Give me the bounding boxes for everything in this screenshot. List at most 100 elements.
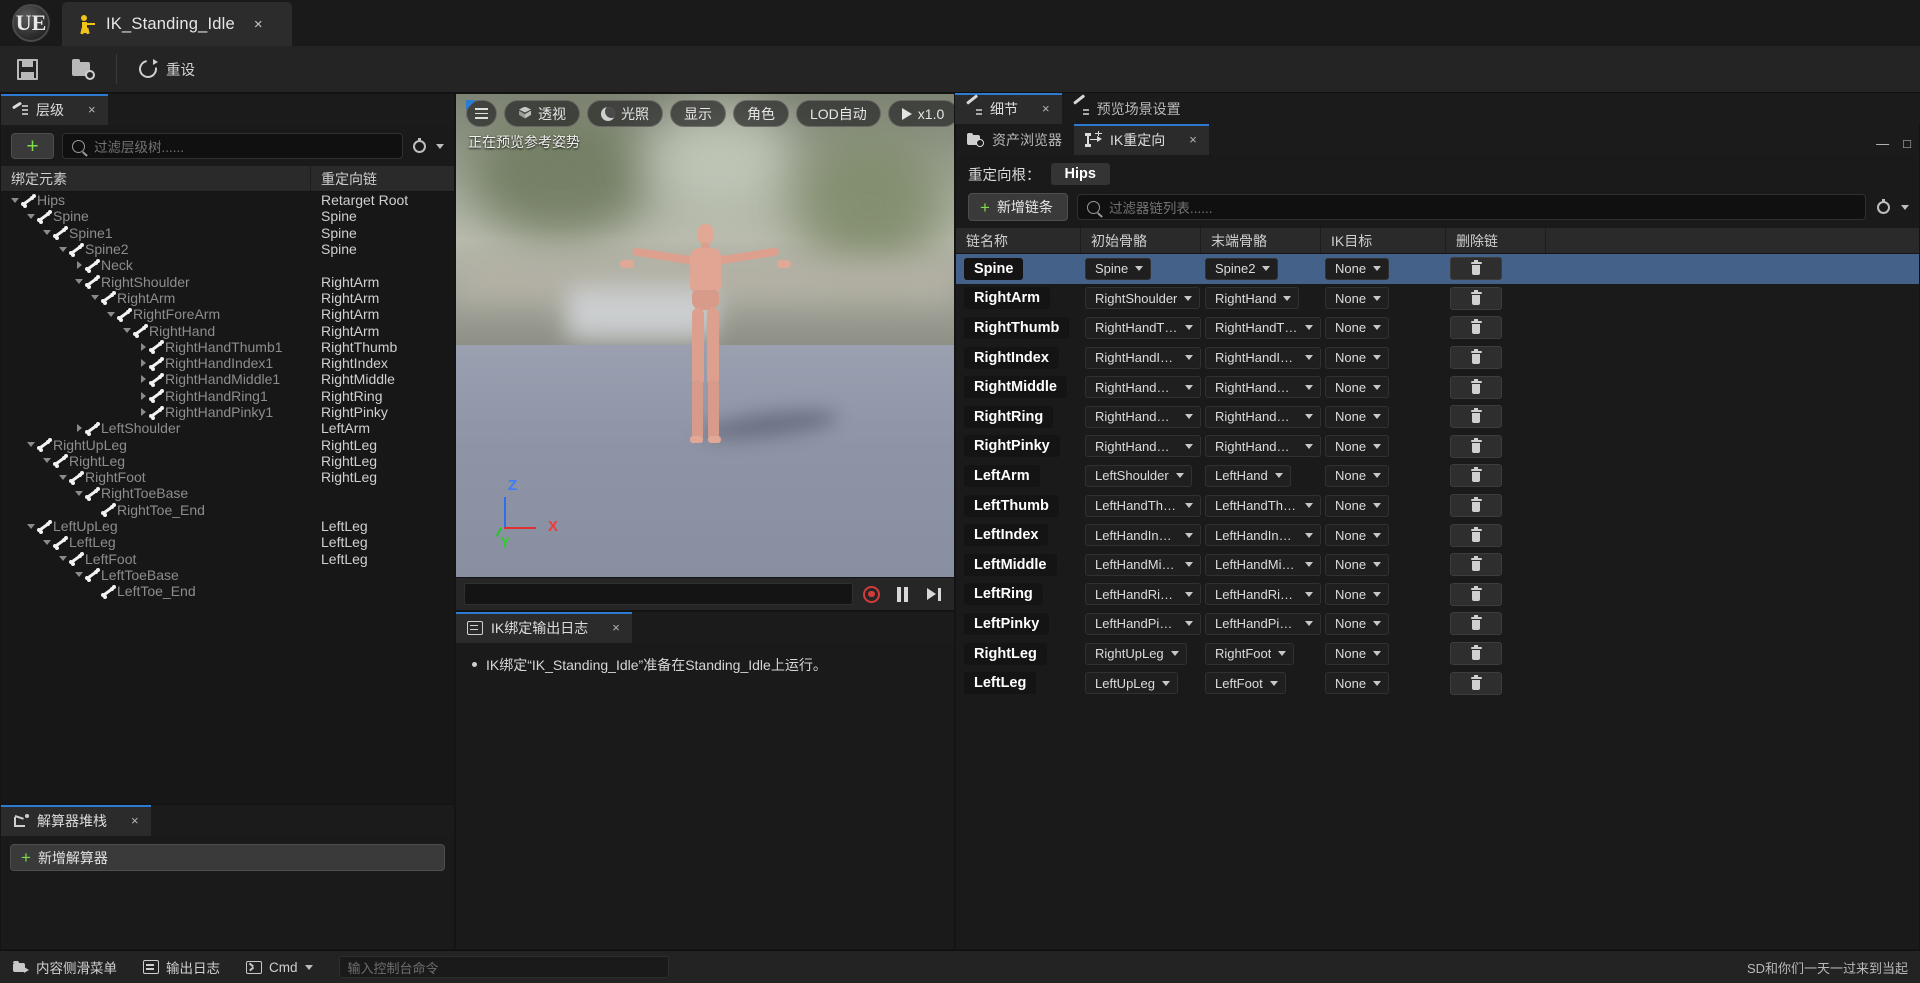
chevron-down-icon[interactable] bbox=[1901, 205, 1909, 210]
content-drawer-button[interactable]: 内容侧滑菜单 bbox=[0, 951, 130, 983]
end-bone-dropdown[interactable]: LeftHandThumb4 bbox=[1205, 495, 1321, 517]
chain-name-value[interactable]: RightRing bbox=[964, 406, 1053, 428]
chain-name-value[interactable]: RightLeg bbox=[964, 643, 1047, 665]
browse-button[interactable] bbox=[55, 46, 112, 93]
hierarchy-row[interactable]: RightShoulderRightArm bbox=[1, 273, 454, 289]
start-bone-dropdown[interactable]: LeftShoulder bbox=[1085, 465, 1192, 487]
ik-goal-dropdown[interactable]: None bbox=[1325, 258, 1389, 280]
chevron-down-icon[interactable] bbox=[89, 295, 101, 300]
chevron-down-icon[interactable] bbox=[105, 312, 117, 317]
viewport-lighting-button[interactable]: 光照 bbox=[587, 100, 663, 127]
end-bone-dropdown[interactable]: RightHandPinky4 bbox=[1205, 435, 1321, 457]
cmd-selector[interactable]: Cmd bbox=[233, 951, 326, 983]
start-bone-dropdown[interactable]: RightUpLeg bbox=[1085, 643, 1187, 665]
chevron-down-icon[interactable] bbox=[57, 556, 69, 561]
viewport-character-button[interactable]: 角色 bbox=[733, 100, 789, 127]
end-bone-dropdown[interactable]: LeftHandPinky4 bbox=[1205, 613, 1321, 635]
chain-name-value[interactable]: LeftPinky bbox=[964, 613, 1049, 635]
ik-goal-dropdown[interactable]: None bbox=[1325, 406, 1389, 428]
chain-row[interactable]: LeftIndexLeftHandIndex1LeftHandIndex4Non… bbox=[956, 520, 1919, 550]
hierarchy-row[interactable]: LeftUpLegLeftLeg bbox=[1, 518, 454, 534]
chain-row[interactable]: RightMiddleRightHandMiddle1RightHandMidd… bbox=[956, 372, 1919, 402]
ik-goal-dropdown[interactable]: None bbox=[1325, 435, 1389, 457]
start-bone-dropdown[interactable]: LeftHandRing1 bbox=[1085, 583, 1201, 605]
mannequin-character[interactable] bbox=[620, 224, 790, 494]
add-chain-button[interactable]: + 新增链条 bbox=[968, 193, 1068, 221]
ik-goal-dropdown[interactable]: None bbox=[1325, 317, 1389, 339]
chain-name-value[interactable]: LeftLeg bbox=[964, 672, 1036, 694]
ik-goal-dropdown[interactable]: None bbox=[1325, 376, 1389, 398]
end-bone-dropdown[interactable]: LeftHandRing4 bbox=[1205, 583, 1321, 605]
ik-goal-dropdown[interactable]: None bbox=[1325, 465, 1389, 487]
chain-row[interactable]: LeftLegLeftUpLegLeftFootNone bbox=[956, 668, 1919, 698]
asset-tab[interactable]: IK_Standing_Idle × bbox=[62, 2, 292, 46]
chevron-right-icon[interactable] bbox=[137, 408, 149, 416]
save-button[interactable] bbox=[0, 46, 55, 93]
viewport-show-button[interactable]: 显示 bbox=[670, 100, 726, 127]
ik-goal-dropdown[interactable]: None bbox=[1325, 554, 1389, 576]
close-icon[interactable]: × bbox=[1042, 101, 1050, 116]
tab-asset-browser[interactable]: 资产浏览器 bbox=[956, 124, 1074, 155]
chevron-down-icon[interactable] bbox=[25, 524, 37, 529]
tab-ik-log[interactable]: IK绑定输出日志 × bbox=[456, 612, 632, 643]
hierarchy-filter-input[interactable]: 过滤层级树...... bbox=[62, 133, 403, 159]
chain-name-value[interactable]: LeftMiddle bbox=[964, 554, 1057, 576]
hierarchy-tree[interactable]: HipsRetarget RootSpineSpineSpine1SpineSp… bbox=[1, 192, 454, 803]
gear-icon[interactable] bbox=[411, 138, 428, 155]
start-bone-dropdown[interactable]: RightHandIndex1 bbox=[1085, 347, 1201, 369]
add-solver-button[interactable]: + 新增解算器 bbox=[10, 844, 445, 871]
tab-details[interactable]: 细节 × bbox=[955, 93, 1062, 124]
chain-row[interactable]: RightIndexRightHandIndex1RightHandIndex4… bbox=[956, 343, 1919, 373]
chain-row[interactable]: RightThumbRightHandThumb1RightHandThumb4… bbox=[956, 313, 1919, 343]
chain-filter-input[interactable]: 过滤器链列表...... bbox=[1077, 194, 1866, 220]
chevron-down-icon[interactable] bbox=[9, 198, 21, 203]
end-bone-dropdown[interactable]: LeftHandMiddle4 bbox=[1205, 554, 1321, 576]
console-command-input[interactable]: 输入控制台命令 bbox=[339, 956, 669, 978]
close-icon[interactable]: × bbox=[88, 102, 96, 117]
chain-name-value[interactable]: LeftThumb bbox=[964, 495, 1059, 517]
chain-name-value[interactable]: Spine bbox=[964, 258, 1023, 280]
hierarchy-row[interactable]: LeftFootLeftLeg bbox=[1, 551, 454, 567]
chain-row[interactable]: LeftMiddleLeftHandMiddle1LeftHandMiddle4… bbox=[956, 550, 1919, 580]
ik-goal-dropdown[interactable]: None bbox=[1325, 613, 1389, 635]
hierarchy-row[interactable]: RightHandIndex1RightIndex bbox=[1, 355, 454, 371]
start-bone-dropdown[interactable]: LeftUpLeg bbox=[1085, 672, 1178, 694]
chevron-down-icon[interactable] bbox=[436, 144, 444, 149]
viewport-playrate-button[interactable]: x1.0 bbox=[888, 100, 954, 127]
chain-row[interactable]: LeftPinky LeftHandPinky1LeftHandPinky4Non… bbox=[956, 609, 1919, 639]
chevron-right-icon[interactable] bbox=[73, 261, 85, 269]
tab-solver-stack[interactable]: 解算器堆栈 × bbox=[1, 805, 151, 836]
start-bone-dropdown[interactable]: RightHandPinky1 bbox=[1085, 435, 1201, 457]
hierarchy-row[interactable]: Neck bbox=[1, 257, 454, 273]
start-bone-dropdown[interactable]: RightHandRing1 bbox=[1085, 406, 1201, 428]
ik-goal-dropdown[interactable]: None bbox=[1325, 524, 1389, 546]
chevron-down-icon[interactable] bbox=[121, 328, 133, 333]
hierarchy-row[interactable]: LeftShoulderLeftArm bbox=[1, 420, 454, 436]
close-icon[interactable]: × bbox=[1189, 132, 1197, 147]
chevron-right-icon[interactable] bbox=[73, 424, 85, 432]
chain-row[interactable]: RightPinkyRightHandPinky1RightHandPinky4… bbox=[956, 432, 1919, 462]
chevron-right-icon[interactable] bbox=[137, 359, 149, 367]
tab-ik-retarget[interactable]: IK重定向 × bbox=[1074, 124, 1209, 155]
hierarchy-row[interactable]: RightHandPinky1RightPinky bbox=[1, 404, 454, 420]
ik-goal-dropdown[interactable]: None bbox=[1325, 287, 1389, 309]
viewport-perspective-button[interactable]: 透视 bbox=[504, 100, 580, 127]
chain-name-value[interactable]: LeftRing bbox=[964, 583, 1043, 605]
record-button[interactable] bbox=[859, 582, 884, 607]
tab-preview-scene-settings[interactable]: 预览场景设置 bbox=[1062, 93, 1193, 124]
output-log-button[interactable]: 输出日志 bbox=[130, 951, 233, 983]
hierarchy-row[interactable]: HipsRetarget Root bbox=[1, 192, 454, 208]
delete-chain-button[interactable] bbox=[1450, 494, 1502, 517]
end-bone-dropdown[interactable]: Spine2 bbox=[1205, 258, 1278, 280]
delete-chain-button[interactable] bbox=[1450, 583, 1502, 606]
hierarchy-row[interactable]: SpineSpine bbox=[1, 208, 454, 224]
reset-button[interactable]: 重设 bbox=[121, 46, 212, 93]
delete-chain-button[interactable] bbox=[1450, 672, 1502, 695]
start-bone-dropdown[interactable]: LeftHandPinky1 bbox=[1085, 613, 1201, 635]
delete-chain-button[interactable] bbox=[1450, 316, 1502, 339]
hierarchy-row[interactable]: LeftToeBase bbox=[1, 567, 454, 583]
timeline-scrubber[interactable] bbox=[464, 583, 853, 605]
delete-chain-button[interactable] bbox=[1450, 257, 1502, 280]
delete-chain-button[interactable] bbox=[1450, 435, 1502, 458]
start-bone-dropdown[interactable]: RightShoulder bbox=[1085, 287, 1200, 309]
